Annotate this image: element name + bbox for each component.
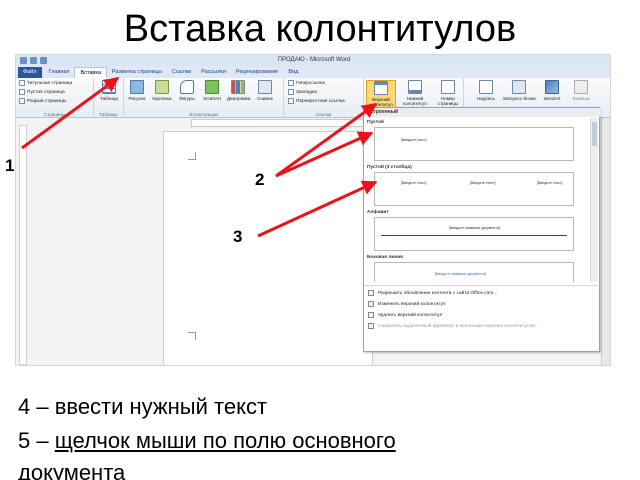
gallery-scrollbar[interactable] — [590, 118, 598, 282]
pages-group-label: Страницы — [43, 112, 66, 117]
cross-reference-button[interactable]: Перекрестная ссылка — [288, 98, 345, 104]
window-title: ПРОДАЮ - Microsoft Word — [277, 57, 351, 63]
gallery-item-label: Пустой (3 столбца) — [367, 165, 412, 170]
annotation-number-1: 1 — [5, 156, 15, 175]
page-break-button[interactable]: Разрыв страницы — [19, 98, 66, 104]
picture-button[interactable]: Рисунок — [126, 80, 148, 110]
header-gallery-dropdown: Встроенный Пустой [Введите текст] Пустой… — [363, 107, 601, 352]
clipart-icon — [155, 80, 169, 94]
cover-page-button[interactable]: Титульная страница — [19, 80, 72, 86]
hyperlink-button[interactable]: Гиперссылка — [288, 80, 325, 86]
table-button[interactable]: Таблица — [98, 80, 120, 110]
cover-page-icon — [19, 80, 25, 86]
header-icon — [374, 81, 388, 95]
tab-page-layout[interactable]: Разметка страницы — [107, 67, 167, 78]
textbox-icon — [479, 80, 493, 94]
horizontal-ruler — [191, 119, 366, 127]
step-5-continuation: документа — [18, 460, 126, 480]
gallery-scroll-thumb[interactable] — [592, 122, 597, 146]
quick-parts-icon — [512, 80, 526, 94]
gallery-section-header: Встроенный — [364, 108, 601, 117]
tab-insert[interactable]: Вставка — [74, 67, 107, 78]
document-page[interactable] — [163, 131, 373, 365]
page-break-icon — [19, 98, 25, 104]
links-group-label: Ссылки — [315, 112, 332, 117]
table-icon — [102, 80, 116, 94]
shapes-button[interactable]: Фигуры — [176, 80, 198, 110]
hyperlink-icon — [288, 80, 294, 86]
gallery-item-blank-3-columns[interactable]: [Введите текст] [Введите текст] [Введите… — [374, 172, 574, 206]
word-screenshot: ПРОДАЮ - Microsoft Word Файл Главная Вст… — [15, 54, 611, 366]
step-4-text: 4 – ввести нужный текст — [18, 394, 268, 419]
shapes-icon — [180, 80, 194, 94]
slide-title: Вставка колонтитулов — [123, 8, 517, 50]
tables-group-label: Таблицы — [99, 112, 118, 117]
header-button[interactable]: Верхний колонтитул — [366, 80, 396, 110]
page-number-button[interactable]: Номер страницы — [434, 80, 462, 110]
tab-view[interactable]: Вид — [283, 67, 303, 78]
save-selection-icon — [368, 323, 374, 329]
annotation-number-2: 2 — [255, 170, 265, 189]
header-rule-line — [381, 235, 567, 236]
footer-button[interactable]: Нижний колонтитул — [400, 80, 430, 110]
edit-header-icon — [368, 301, 374, 307]
menu-item-office-online[interactable]: Разрешить обновление контента с сайта Of… — [368, 290, 497, 296]
blank-page-button[interactable]: Пустая страница — [19, 89, 65, 95]
annotation-number-3: 3 — [233, 227, 243, 246]
menu-separator — [364, 285, 601, 286]
gallery-item-alphabet[interactable]: [Введите название документа] — [374, 217, 574, 251]
tab-mailings[interactable]: Рассылки — [196, 67, 231, 78]
menu-item-edit-header[interactable]: Изменить верхний колонтитул — [368, 301, 446, 307]
bookmark-icon — [288, 89, 294, 95]
step-5-action: щелчок мыши по полю основного — [54, 428, 396, 453]
tables-group: Таблица Таблицы — [94, 78, 124, 118]
gallery-item-label: Пустой — [367, 120, 384, 125]
tab-home[interactable]: Главная — [44, 67, 75, 78]
remove-header-icon — [368, 312, 374, 318]
page-number-icon — [441, 80, 455, 94]
textbox-button[interactable]: Надпись — [472, 80, 500, 110]
screenshot-icon — [258, 80, 272, 94]
smartart-icon — [205, 80, 219, 94]
vertical-scrollbar[interactable] — [601, 118, 610, 365]
page-corner-mark — [188, 152, 196, 160]
illustrations-group: Рисунок Картинка Фигуры SmartArt Диаграм… — [124, 78, 284, 118]
picture-icon — [130, 80, 144, 94]
screenshot-button[interactable]: Снимок — [254, 80, 276, 110]
gallery-item-blank[interactable]: [Введите текст] — [374, 127, 574, 161]
clipart-button[interactable]: Картинка — [151, 80, 173, 110]
chart-button[interactable]: Диаграмма — [227, 80, 250, 110]
links-group: Гиперссылка Закладка Перекрестная ссылка… — [284, 78, 364, 118]
tab-file[interactable]: Файл — [18, 67, 42, 78]
dropcap-button[interactable]: Буквица — [568, 80, 594, 110]
gallery-item-label: Алфавит — [367, 210, 389, 215]
bookmark-button[interactable]: Закладка — [288, 89, 317, 95]
chart-icon — [231, 80, 245, 94]
dropcap-icon — [574, 80, 588, 94]
gallery-item-label: Боковая линия — [367, 255, 403, 260]
menu-item-remove-header[interactable]: Удалить верхний колонтитул — [368, 312, 442, 318]
cross-reference-icon — [288, 98, 294, 104]
office-online-icon — [368, 290, 374, 296]
word-titlebar: ПРОДАЮ - Microsoft Word — [16, 55, 610, 66]
ribbon-tabs: Файл Главная Вставка Разметка страницы С… — [16, 66, 610, 78]
illustrations-group-label: Иллюстрации — [189, 112, 218, 117]
pages-group: Титульная страница Пустая страница Разры… — [16, 78, 94, 118]
wordart-icon — [545, 80, 559, 94]
smartart-button[interactable]: SmartArt — [201, 80, 223, 110]
tab-review[interactable]: Рецензирование — [231, 67, 283, 78]
footer-icon — [408, 80, 422, 94]
gallery-item-sideline[interactable]: [Введите название документа] — [374, 262, 574, 282]
page-corner-mark — [188, 332, 196, 340]
vertical-ruler — [19, 125, 27, 365]
blank-page-icon — [19, 89, 25, 95]
step-5-text: 5 – щелчок мыши по полю основного — [18, 428, 396, 453]
menu-item-save-selection: Сохранить выделенный фрагмент в коллекци… — [368, 323, 539, 329]
tab-references[interactable]: Ссылки — [167, 67, 196, 78]
wordart-button[interactable]: WordArt — [538, 80, 566, 110]
quick-parts-button[interactable]: Экспресс-блоки — [502, 80, 536, 110]
